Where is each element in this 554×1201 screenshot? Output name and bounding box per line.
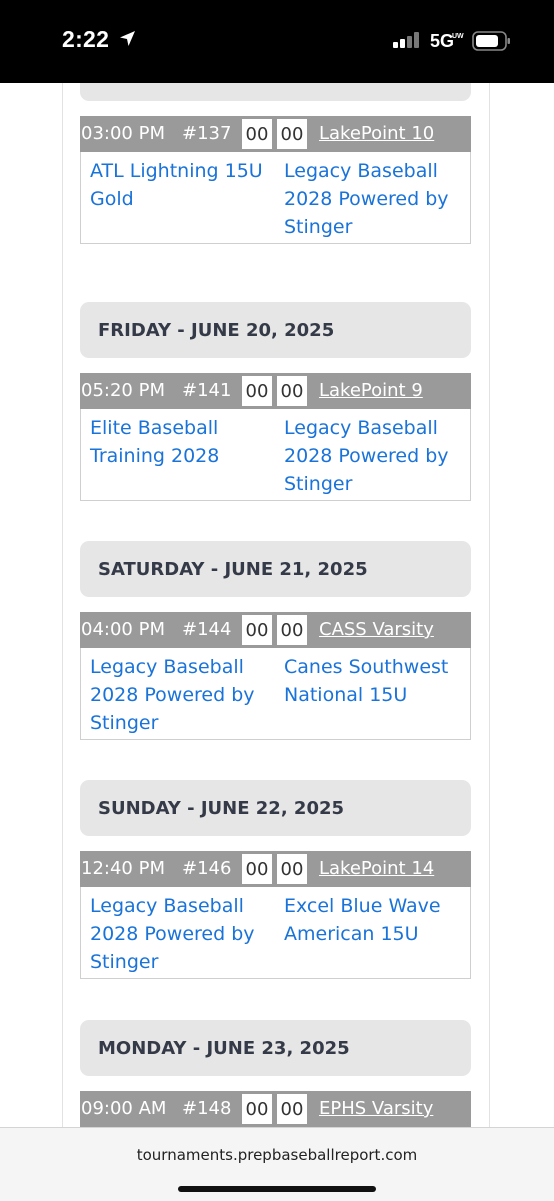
- game-card: 04:00 PM #144 00 00 CASS Varsity Legacy …: [80, 612, 471, 740]
- game-number: #146: [182, 858, 232, 879]
- venue-link[interactable]: LakePoint 10: [319, 123, 434, 144]
- venue-link[interactable]: LakePoint 9: [319, 380, 423, 401]
- home-team-link[interactable]: ATL Lightning 15U Gold: [90, 157, 270, 213]
- venue-link[interactable]: LakePoint 14: [319, 858, 434, 879]
- day-header: THURSDAY - JUNE 19, 2025: [80, 83, 471, 101]
- teams-row: Legacy Baseball 2028 Powered by Stinger …: [80, 887, 471, 979]
- score-home: 00: [241, 375, 273, 407]
- home-team-link[interactable]: Legacy Baseball 2028 Powered by Stinger: [90, 892, 270, 976]
- score-away: 00: [276, 118, 308, 150]
- teams-row: ATL Lightning 15U Gold Legacy Baseball 2…: [80, 152, 471, 244]
- location-arrow-icon: [119, 30, 136, 52]
- cellular-signal-icon: [393, 32, 421, 53]
- browser-address-bar[interactable]: tournaments.prepbaseballreport.com: [0, 1127, 554, 1201]
- day-block-monday: MONDAY - JUNE 23, 2025 09:00 AM #148 00 …: [80, 1020, 471, 1127]
- teams-row: Elite Baseball Training 2028 Legacy Base…: [80, 409, 471, 501]
- venue-link[interactable]: CASS Varsity: [319, 619, 434, 640]
- day-block-friday: FRIDAY - JUNE 20, 2025 05:20 PM #141 00 …: [80, 302, 471, 501]
- game-info-bar: 04:00 PM #144 00 00 CASS Varsity: [80, 612, 471, 648]
- network-type: 5G: [430, 31, 455, 51]
- status-bar: 2:22 5G UW: [0, 0, 554, 83]
- away-team-link[interactable]: Legacy Baseball 2028 Powered by Stinger: [284, 414, 464, 498]
- day-block-thursday: THURSDAY - JUNE 19, 2025 03:00 PM #137 0…: [80, 83, 471, 244]
- day-block-saturday: SATURDAY - JUNE 21, 2025 04:00 PM #144 0…: [80, 541, 471, 740]
- game-card: 05:20 PM #141 00 00 LakePoint 9 Elite Ba…: [80, 373, 471, 501]
- home-indicator[interactable]: [178, 1186, 376, 1192]
- game-card: 12:40 PM #146 00 00 LakePoint 14 Legacy …: [80, 851, 471, 979]
- score-away: 00: [276, 1093, 308, 1125]
- venue-link[interactable]: EPHS Varsity: [319, 1098, 433, 1119]
- score-away: 00: [276, 375, 308, 407]
- game-number: #137: [182, 123, 232, 144]
- web-content[interactable]: THURSDAY - JUNE 19, 2025 03:00 PM #137 0…: [0, 83, 554, 1127]
- url-domain[interactable]: tournaments.prepbaseballreport.com: [0, 1146, 554, 1164]
- score-away: 00: [276, 614, 308, 646]
- home-team-link[interactable]: Legacy Baseball 2028 Powered by Stinger: [90, 653, 270, 737]
- day-block-sunday: SUNDAY - JUNE 22, 2025 12:40 PM #146 00 …: [80, 780, 471, 979]
- game-card: 03:00 PM #137 00 00 LakePoint 10 ATL Lig…: [80, 116, 471, 244]
- away-team-link[interactable]: Canes Southwest National 15U: [284, 653, 464, 709]
- away-team-link[interactable]: Excel Blue Wave American 15U: [284, 892, 464, 948]
- game-time: 05:20 PM: [81, 380, 165, 401]
- day-header: FRIDAY - JUNE 20, 2025: [80, 302, 471, 358]
- game-time: 12:40 PM: [81, 858, 165, 879]
- game-time: 09:00 AM: [81, 1098, 167, 1119]
- battery-icon: [472, 31, 512, 56]
- game-info-bar: 05:20 PM #141 00 00 LakePoint 9: [80, 373, 471, 409]
- status-time: 2:22: [62, 26, 110, 52]
- game-number: #144: [182, 619, 232, 640]
- network-subtype: UW: [452, 33, 464, 40]
- home-team-link[interactable]: Elite Baseball Training 2028: [90, 414, 270, 470]
- day-header: MONDAY - JUNE 23, 2025: [80, 1020, 471, 1076]
- away-team-link[interactable]: Legacy Baseball 2028 Powered by Stinger: [284, 157, 464, 241]
- game-time: 04:00 PM: [81, 619, 165, 640]
- score-home: 00: [241, 1093, 273, 1125]
- day-header: SUNDAY - JUNE 22, 2025: [80, 780, 471, 836]
- game-card: 09:00 AM #148 00 00 EPHS Varsity: [80, 1091, 471, 1127]
- score-away: 00: [276, 853, 308, 885]
- score-home: 00: [241, 614, 273, 646]
- game-info-bar: 09:00 AM #148 00 00 EPHS Varsity: [80, 1091, 471, 1127]
- game-time: 03:00 PM: [81, 123, 165, 144]
- score-home: 00: [241, 118, 273, 150]
- day-header: SATURDAY - JUNE 21, 2025: [80, 541, 471, 597]
- game-info-bar: 03:00 PM #137 00 00 LakePoint 10: [80, 116, 471, 152]
- teams-row: Legacy Baseball 2028 Powered by Stinger …: [80, 648, 471, 740]
- game-number: #141: [182, 380, 232, 401]
- score-home: 00: [241, 853, 273, 885]
- game-info-bar: 12:40 PM #146 00 00 LakePoint 14: [80, 851, 471, 887]
- game-number: #148: [182, 1098, 232, 1119]
